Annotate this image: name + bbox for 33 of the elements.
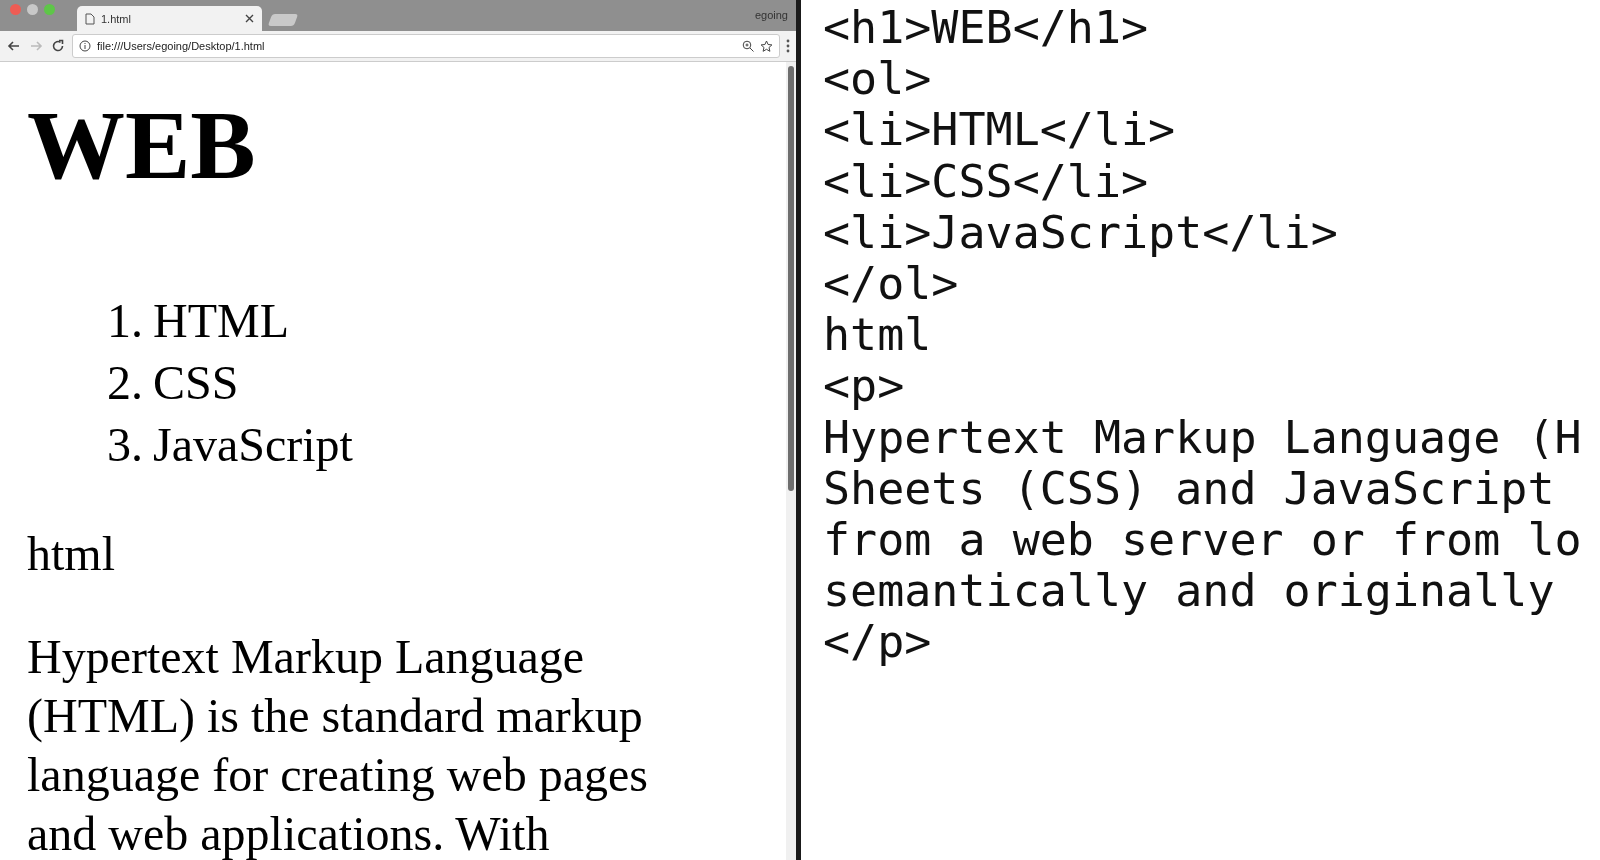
code-line: from a web server or from lo [823,514,1582,566]
scrollbar-thumb[interactable] [788,66,794,491]
menu-icon[interactable] [786,39,790,53]
code-line: html [823,309,932,361]
page-paragraph: Hypertext Markup Language (HTML) is the standard markup language for creating web pages and web applications. With [27,628,650,860]
reload-icon[interactable] [50,38,66,54]
list-number: 2. [107,354,143,411]
code-line: <ol> [823,53,932,105]
list-item: CSS [153,354,239,411]
page-text: html [27,525,116,581]
code-line: <li>JavaScript</li> [823,206,1338,258]
star-icon[interactable] [760,39,773,53]
list-number: 3. [107,416,143,473]
close-icon[interactable] [245,14,254,23]
document-icon [85,12,95,25]
code-line: <li>HTML</li> [823,104,1176,156]
code-line: <li>CSS</li> [823,155,1149,207]
list-item: JavaScript [153,416,353,473]
list-number: 1. [107,292,143,349]
page-heading: WEB [27,92,257,200]
browser-tab[interactable]: 1.html [77,6,262,31]
address-bar[interactable]: file:///Users/egoing/Desktop/1.html [72,34,780,58]
list-item: HTML [153,292,289,349]
code-line: </p> [823,616,932,668]
code-line: <p> [823,360,905,412]
code-line: semantically and originally [823,565,1555,617]
code-line: Hypertext Markup Language (H [823,411,1582,463]
zoom-icon[interactable] [742,40,754,52]
code-line: Sheets (CSS) and JavaScript [823,462,1555,515]
info-icon[interactable] [79,40,91,52]
code-line: </ol> [823,258,959,310]
code-line: <h1>WEB</h1> [823,2,1149,54]
profile-name[interactable]: egoing [754,9,788,21]
